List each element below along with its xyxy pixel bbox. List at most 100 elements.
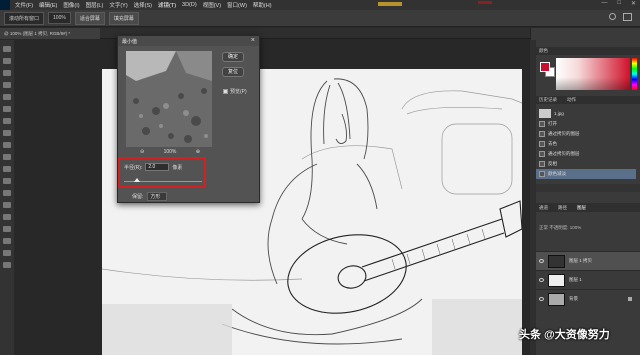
- menu-file[interactable]: 文件(F): [12, 1, 36, 9]
- watermark-text: 头条 @大资像努力: [519, 329, 610, 341]
- ok-button[interactable]: 确定: [222, 52, 244, 62]
- zoom-in-icon[interactable]: ⊕: [196, 149, 200, 155]
- close-icon[interactable]: ✕: [631, 0, 636, 7]
- menu-edit[interactable]: 编辑(E): [36, 1, 60, 9]
- fill-screen-button[interactable]: 填充屏幕: [108, 11, 139, 25]
- visibility-eye-icon[interactable]: [539, 297, 544, 301]
- tab-history[interactable]: 历史记录: [539, 97, 557, 103]
- preserve-select[interactable]: 方形: [147, 192, 168, 201]
- history-item-label: 1.jpg: [554, 110, 564, 116]
- menu-filter[interactable]: 滤镜(T): [155, 1, 179, 9]
- maximize-icon[interactable]: □: [617, 0, 621, 7]
- layer-name: 图层 1 拷贝: [569, 258, 593, 263]
- path-select-tool-icon[interactable]: [3, 226, 11, 232]
- options-bar: 滚动所有窗口 100% 适合屏幕 填充屏幕: [0, 10, 640, 27]
- visibility-eye-icon[interactable]: [539, 259, 544, 263]
- menu-image[interactable]: 图像(I): [60, 1, 82, 9]
- menu-select[interactable]: 选择(S): [131, 1, 155, 9]
- foreground-color-swatch[interactable]: [540, 62, 550, 72]
- healing-tool-icon[interactable]: [3, 118, 11, 124]
- lasso-tool-icon[interactable]: [3, 70, 11, 76]
- menu-window[interactable]: 窗口(W): [224, 1, 250, 9]
- dodge-tool-icon[interactable]: [3, 190, 11, 196]
- layer-row-selected[interactable]: 图层 1 拷贝: [536, 251, 640, 270]
- zoom-out-icon[interactable]: ⊖: [140, 149, 144, 155]
- history-brush-tool-icon[interactable]: [3, 154, 11, 160]
- eyedropper-tool-icon[interactable]: [3, 106, 11, 112]
- checkbox-checked-icon[interactable]: [223, 89, 228, 94]
- document-canvas[interactable]: [14, 40, 529, 355]
- history-item-active[interactable]: 颜色减淡: [536, 169, 636, 179]
- history-state-icon: [539, 141, 545, 147]
- zoom-tool-icon[interactable]: [3, 262, 11, 268]
- marquee-tool-icon[interactable]: [3, 58, 11, 64]
- quick-select-tool-icon[interactable]: [3, 82, 11, 88]
- reset-button[interactable]: 复位: [222, 67, 244, 77]
- zoom-level: 100%: [163, 149, 177, 155]
- history-item[interactable]: 反相: [536, 159, 636, 169]
- crop-tool-icon[interactable]: [3, 94, 11, 100]
- history-item[interactable]: 通过拷贝的图层: [536, 149, 636, 159]
- preview-label: 预览(P): [230, 89, 247, 95]
- radius-label: 半径(R):: [124, 164, 143, 171]
- window-controls: — □ ✕: [601, 0, 636, 7]
- history-item[interactable]: 去色: [536, 139, 636, 149]
- layer-row[interactable]: 图层 1: [536, 270, 640, 289]
- history-state-icon: [539, 121, 545, 127]
- shape-tool-icon[interactable]: [3, 238, 11, 244]
- move-tool-icon[interactable]: [3, 46, 11, 52]
- layers-panel-tabs: 通道 路径 图层: [536, 203, 640, 212]
- dialog-close-icon[interactable]: ×: [251, 37, 255, 44]
- history-item-label: 颜色减淡: [548, 171, 566, 176]
- tab-paths[interactable]: 路径: [558, 205, 567, 210]
- slider-thumb-icon[interactable]: [134, 178, 140, 182]
- lock-fill-row[interactable]: [536, 234, 640, 242]
- layer-thumbnail: [548, 292, 565, 306]
- menu-view[interactable]: 视图(V): [200, 1, 224, 9]
- history-item-label: 通过拷贝的图层: [548, 151, 580, 156]
- history-snapshot[interactable]: 1.jpg: [536, 107, 636, 119]
- layer-filter-row[interactable]: [536, 214, 640, 222]
- layer-thumbnail: [548, 273, 565, 287]
- menu-bar: 文件(F) 编辑(E) 图像(I) 图层(L) 文字(Y) 选择(S) 滤镜(T…: [0, 0, 640, 10]
- layer-thumbnail: [548, 254, 565, 268]
- tab-channels[interactable]: 通道: [539, 205, 548, 210]
- radius-input[interactable]: 2.0: [145, 163, 170, 171]
- visibility-eye-icon[interactable]: [539, 278, 544, 282]
- zoom-field[interactable]: 100%: [48, 12, 71, 24]
- minimize-icon[interactable]: —: [601, 0, 607, 7]
- history-item-label: 打开: [548, 121, 557, 126]
- tab-color[interactable]: 颜色: [539, 48, 548, 54]
- radius-control: 半径(R): 2.0 像素: [124, 163, 182, 171]
- fit-screen-button[interactable]: 适合屏幕: [74, 11, 105, 25]
- radius-slider[interactable]: [124, 178, 202, 182]
- tab-layers[interactable]: 图层: [577, 205, 586, 210]
- brush-tool-icon[interactable]: [3, 130, 11, 136]
- menu-layer[interactable]: 图层(L): [83, 1, 107, 9]
- document-tab[interactable]: @ 100% (图层 1 拷贝, RGB/8#) *: [0, 28, 100, 39]
- search-icon[interactable]: [609, 13, 616, 20]
- workspace-icon[interactable]: [623, 13, 632, 21]
- menu-help[interactable]: 帮助(H): [250, 1, 275, 9]
- tab-actions[interactable]: 动作: [567, 97, 576, 103]
- filter-preview[interactable]: [126, 51, 212, 147]
- type-tool-icon[interactable]: [3, 214, 11, 220]
- history-state-icon: [539, 151, 545, 157]
- eraser-tool-icon[interactable]: [3, 166, 11, 172]
- pen-tool-icon[interactable]: [3, 202, 11, 208]
- color-picker-field[interactable]: [556, 58, 630, 90]
- history-item[interactable]: 通过拷贝的图层: [536, 129, 636, 139]
- layer-row[interactable]: 背景: [536, 289, 640, 308]
- blend-mode-row[interactable]: 正常 不透明度: 100%: [536, 224, 640, 232]
- scroll-all-windows-checkbox[interactable]: 滚动所有窗口: [4, 11, 45, 25]
- hue-slider[interactable]: [632, 58, 637, 90]
- gradient-tool-icon[interactable]: [3, 178, 11, 184]
- history-item[interactable]: 打开: [536, 119, 636, 129]
- menu-type[interactable]: 文字(Y): [106, 1, 130, 9]
- preview-checkbox[interactable]: 预览(P): [223, 88, 247, 95]
- highlight-annotation: [118, 157, 206, 188]
- photoshop-logo-icon[interactable]: [0, 0, 10, 10]
- menu-3d[interactable]: 3D(D): [179, 2, 200, 8]
- stamp-tool-icon[interactable]: [3, 142, 11, 148]
- hand-tool-icon[interactable]: [3, 250, 11, 256]
